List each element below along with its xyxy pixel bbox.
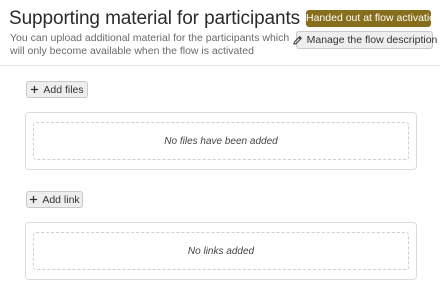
page-description: You can upload additional material for t…	[10, 32, 290, 57]
files-empty-state: No files have been added	[33, 122, 409, 160]
add-link-label: Add link	[42, 193, 80, 206]
status-badge: Handed out at flow activation	[306, 10, 440, 27]
plus-icon	[30, 85, 39, 94]
links-panel: No links added	[25, 222, 417, 280]
files-panel: No files have been added	[25, 112, 417, 170]
pencil-icon	[292, 35, 303, 46]
add-link-button[interactable]: Add link	[26, 191, 83, 208]
page-title: Supporting material for participants	[9, 8, 301, 29]
page-header: Supporting material for participants You…	[0, 0, 440, 66]
files-empty-text: No files have been added	[164, 135, 278, 147]
manage-flow-description-label: Manage the flow description	[306, 34, 438, 46]
links-empty-text: No links added	[187, 245, 255, 257]
manage-flow-description-button[interactable]: Manage the flow description	[292, 31, 437, 49]
plus-icon	[29, 195, 38, 204]
add-files-button[interactable]: Add files	[26, 81, 88, 98]
add-files-label: Add files	[43, 83, 84, 96]
links-empty-state: No links added	[33, 232, 409, 270]
